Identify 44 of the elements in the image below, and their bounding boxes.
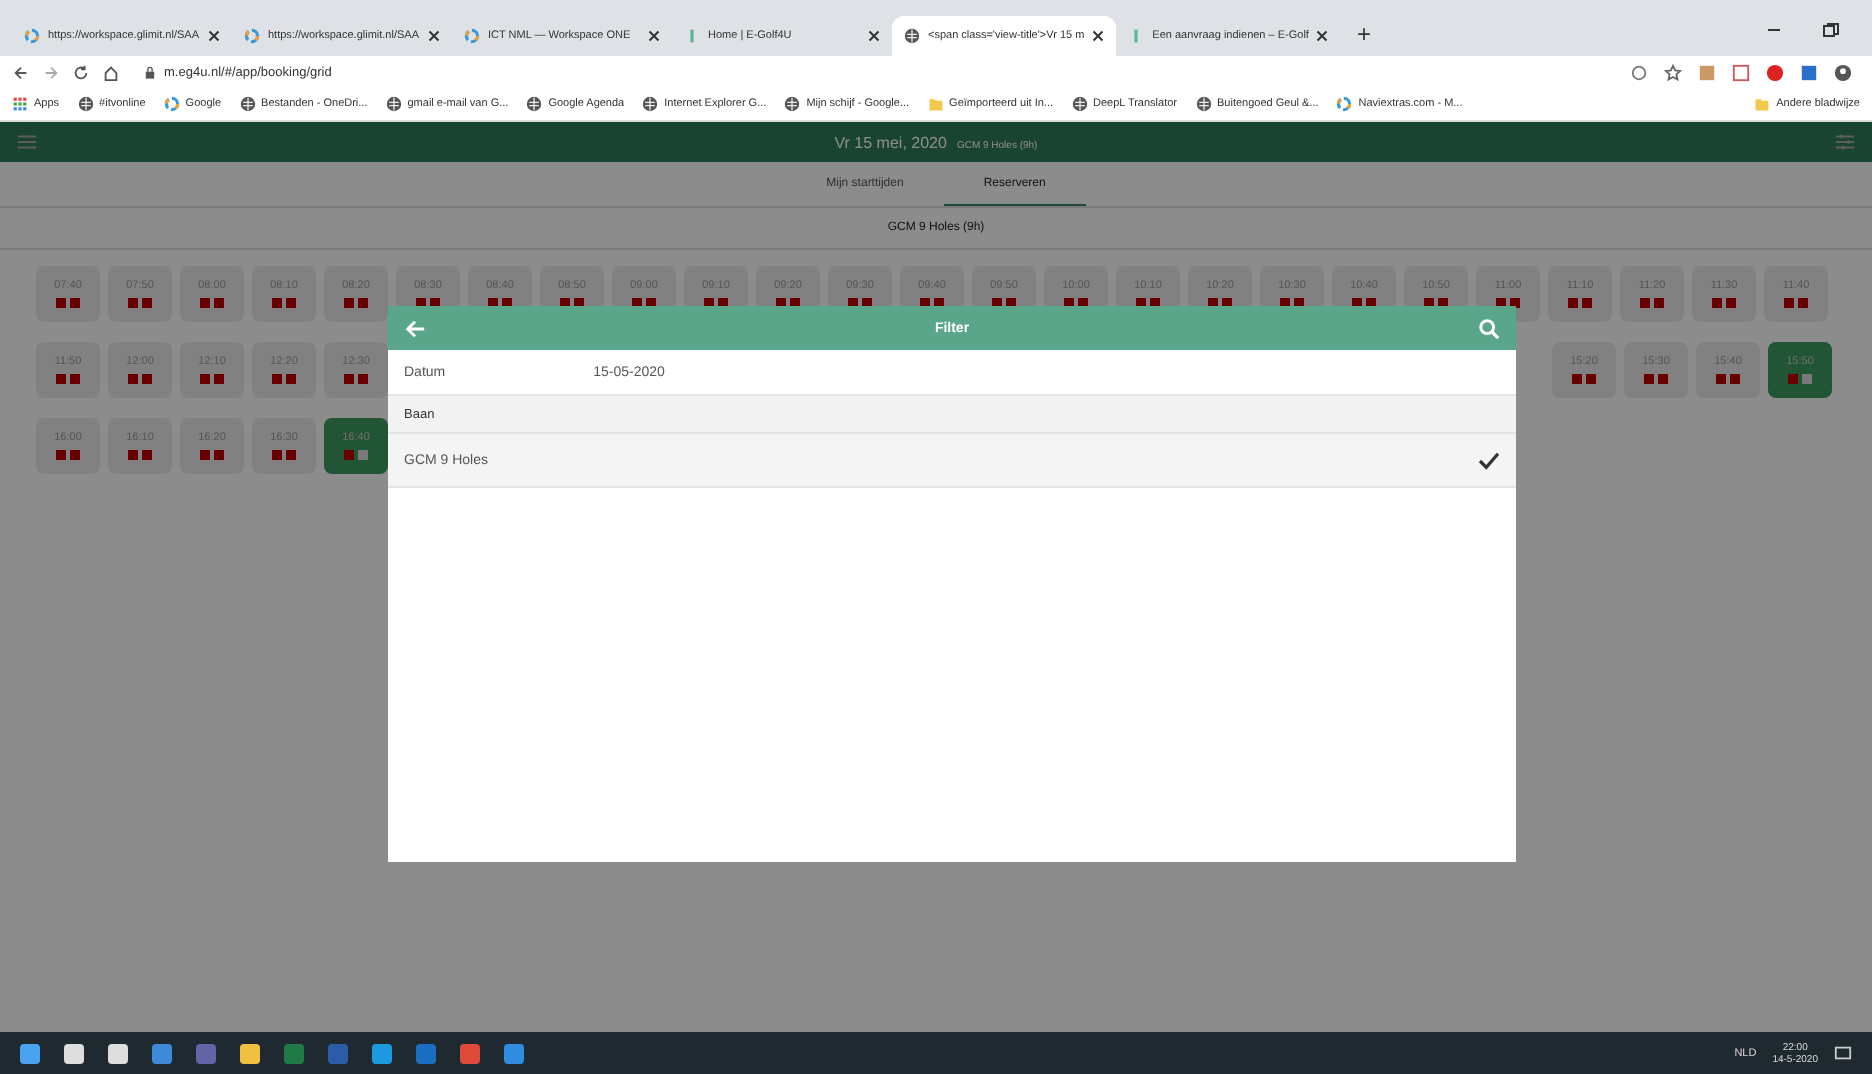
new-tab-button[interactable]: + <box>1340 20 1387 56</box>
extension-icon[interactable] <box>1800 63 1818 81</box>
page-title: Vr 15 mei, 2020 <box>834 133 947 151</box>
close-icon[interactable] <box>868 30 880 42</box>
profile-icon[interactable] <box>1834 63 1852 81</box>
close-icon[interactable] <box>1092 30 1105 42</box>
taskbar-app-icon[interactable] <box>20 1043 40 1063</box>
search-icon[interactable] <box>1478 317 1500 339</box>
ring-icon <box>1336 96 1353 112</box>
close-icon[interactable] <box>428 30 440 42</box>
ring-icon <box>244 28 260 44</box>
ring-icon <box>24 28 40 44</box>
notification-icon[interactable] <box>1834 1044 1852 1062</box>
close-icon[interactable] <box>648 30 660 42</box>
taskbar-app-icon[interactable] <box>240 1043 260 1063</box>
apps-icon <box>12 96 28 112</box>
close-icon[interactable] <box>208 30 220 42</box>
taskbar-app-icon[interactable] <box>108 1043 128 1063</box>
info-icon[interactable] <box>1630 63 1648 81</box>
taskbar-app-icon[interactable] <box>372 1043 392 1063</box>
star-icon[interactable] <box>1664 63 1682 81</box>
globe-icon <box>904 28 920 44</box>
home-icon[interactable] <box>102 63 120 81</box>
globe-icon <box>385 96 402 112</box>
globe-icon <box>239 96 256 112</box>
lock-icon <box>144 65 156 79</box>
sliders-icon[interactable] <box>1834 132 1856 152</box>
globe-icon <box>77 96 94 112</box>
ring-icon <box>163 96 180 112</box>
stop-sign-icon[interactable] <box>1766 63 1784 81</box>
restore-icon[interactable] <box>1820 20 1840 40</box>
globe-icon <box>526 96 543 112</box>
close-icon[interactable] <box>1316 30 1329 42</box>
taskbar-app-icon[interactable] <box>64 1043 84 1063</box>
reload-icon[interactable] <box>72 63 90 81</box>
globe-icon <box>1195 96 1212 112</box>
globe-icon <box>1071 96 1088 112</box>
globe-icon <box>642 96 659 112</box>
folder-icon <box>1754 96 1771 112</box>
folder-icon <box>927 96 944 112</box>
ring-icon <box>464 28 480 44</box>
back-arrow-icon[interactable] <box>404 317 426 339</box>
globe-icon <box>784 96 801 112</box>
back-icon[interactable] <box>12 63 30 81</box>
